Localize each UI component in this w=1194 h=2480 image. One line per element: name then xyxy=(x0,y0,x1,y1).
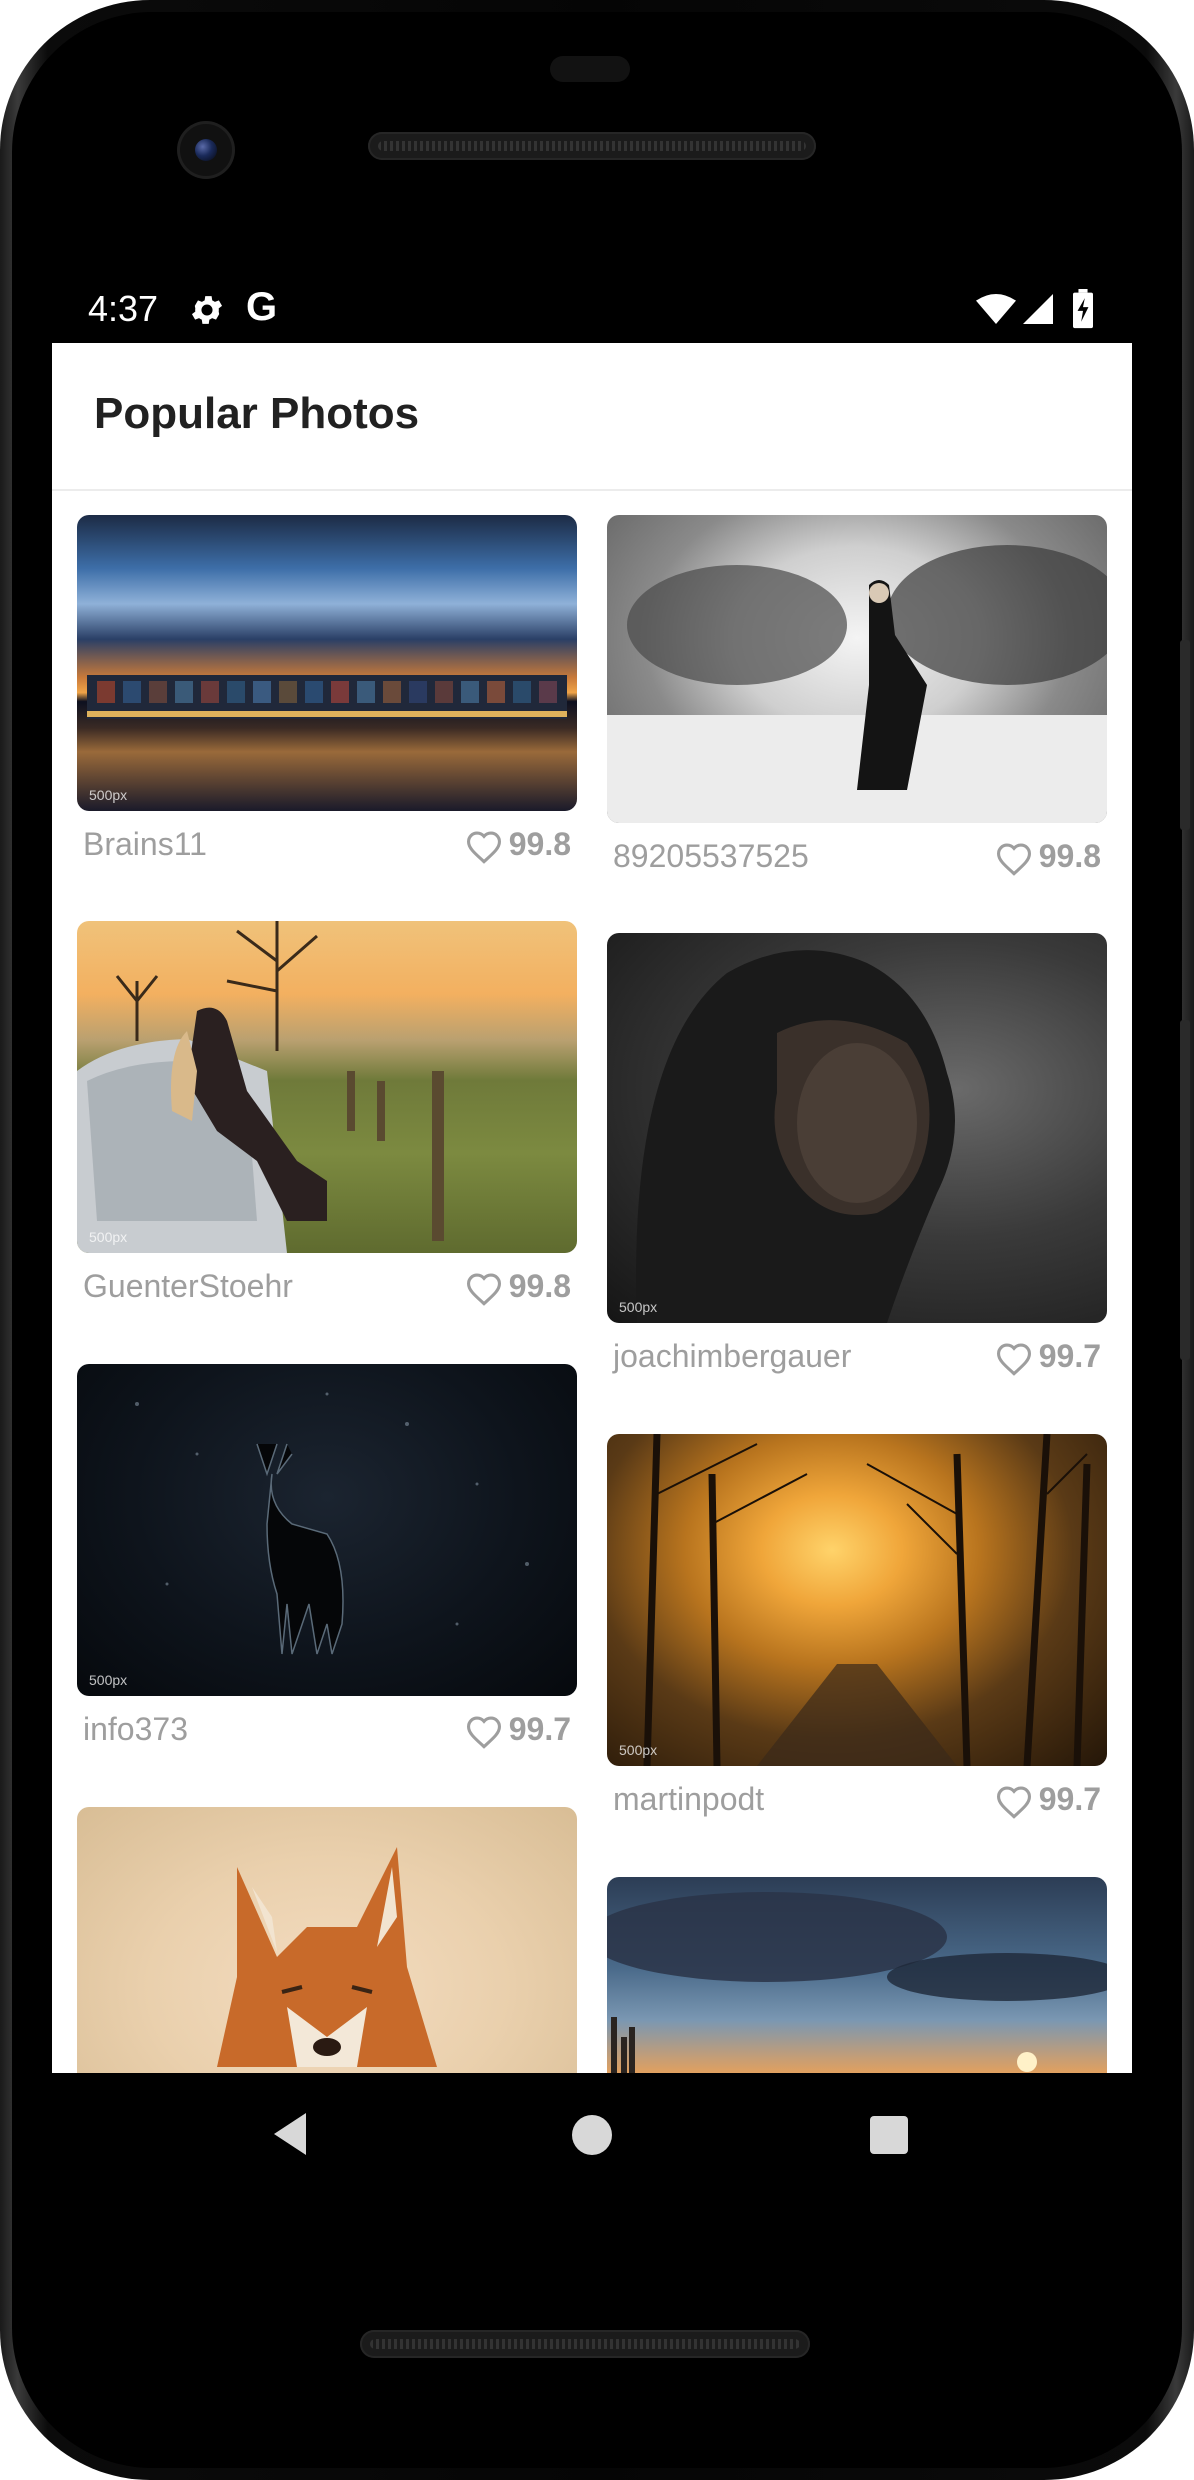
app-bar: Popular Photos xyxy=(52,343,1132,491)
photo-username[interactable]: martinpodt xyxy=(613,1781,764,1818)
home-icon[interactable] xyxy=(572,2115,612,2155)
photo-thumbnail[interactable]: 500px xyxy=(77,1364,577,1696)
status-bar: 4:37 G xyxy=(52,283,1132,343)
photo-watermark: 500px xyxy=(89,1672,128,1688)
photo-username[interactable]: info373 xyxy=(83,1711,188,1748)
status-time: 4:37 xyxy=(88,288,159,329)
photo-username[interactable]: GuenterStoehr xyxy=(83,1268,293,1305)
photo-meta: 89205537525 99.8 xyxy=(607,838,1107,892)
photo-thumbnail[interactable]: 500px xyxy=(607,1434,1107,1766)
back-icon[interactable] xyxy=(270,2111,310,2161)
photo-watermark: 500px xyxy=(619,1742,658,1758)
proximity-sensor xyxy=(550,56,630,82)
photo-thumbnail[interactable] xyxy=(607,1877,1107,2073)
photo-thumbnail[interactable] xyxy=(77,1807,577,2073)
photo-username[interactable]: joachimbergauer xyxy=(613,1338,851,1375)
navigation-bar xyxy=(52,2073,1132,2199)
photo-thumbnail[interactable]: 500px xyxy=(607,933,1107,1323)
photo-meta: info373 99.7 xyxy=(77,1711,577,1765)
heart-outline-icon[interactable] xyxy=(995,1785,1033,1823)
front-camera xyxy=(180,124,232,176)
photo-score: 99.7 xyxy=(508,1711,571,1747)
photo-score: 99.8 xyxy=(508,826,571,862)
photo-username[interactable]: Brains11 xyxy=(83,826,207,863)
photo-thumbnail[interactable]: 500px xyxy=(77,515,577,811)
bottom-speaker xyxy=(360,2330,810,2358)
photo-meta: martinpodt 99.7 xyxy=(607,1781,1107,1835)
heart-outline-icon[interactable] xyxy=(465,1715,503,1753)
heart-outline-icon[interactable] xyxy=(465,830,503,868)
photo-watermark: 500px xyxy=(89,1229,128,1245)
photo-thumbnail[interactable] xyxy=(607,515,1107,823)
screen: 500px Brains11 99.8 89205537525 99.8 500… xyxy=(52,283,1132,2073)
photo-score: 99.8 xyxy=(508,1268,571,1304)
recents-icon[interactable] xyxy=(870,2116,908,2154)
heart-outline-icon[interactable] xyxy=(995,1342,1033,1380)
photo-watermark: 500px xyxy=(619,1299,658,1315)
google-g-icon: G xyxy=(246,285,278,329)
wifi-icon xyxy=(976,293,1016,329)
photo-meta: Brains11 99.8 xyxy=(77,826,577,880)
page-title: Popular Photos xyxy=(94,389,420,438)
volume-button xyxy=(1180,1020,1190,1360)
power-button xyxy=(1180,640,1190,830)
photo-score: 99.7 xyxy=(1038,1781,1101,1817)
photo-meta: GuenterStoehr 99.8 xyxy=(77,1268,577,1322)
photo-username[interactable]: 89205537525 xyxy=(613,838,809,875)
heart-outline-icon[interactable] xyxy=(465,1272,503,1310)
photo-meta: joachimbergauer 99.7 xyxy=(607,1338,1107,1392)
signal-icon xyxy=(1020,291,1056,331)
photo-thumbnail[interactable]: 500px xyxy=(77,921,577,1253)
heart-outline-icon[interactable] xyxy=(995,842,1033,880)
photo-score: 99.7 xyxy=(1038,1338,1101,1374)
earpiece-speaker xyxy=(368,132,816,160)
gear-icon xyxy=(188,291,226,333)
photo-watermark: 500px xyxy=(89,787,128,803)
photo-score: 99.8 xyxy=(1038,838,1101,874)
battery-charging-icon xyxy=(1072,289,1094,333)
